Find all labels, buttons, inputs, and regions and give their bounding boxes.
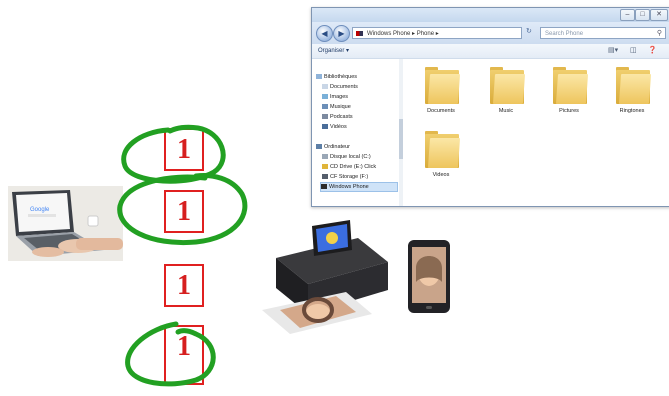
smartphone [406,238,452,315]
printer-illustration [262,220,388,334]
green-circle-annotation-2 [117,173,248,246]
green-circle-annotation-1 [121,124,226,184]
photo-printer [262,218,397,336]
green-circle-annotation-3 [125,321,216,387]
annotation-overlay [117,124,248,387]
smartphone-illustration [408,240,450,313]
